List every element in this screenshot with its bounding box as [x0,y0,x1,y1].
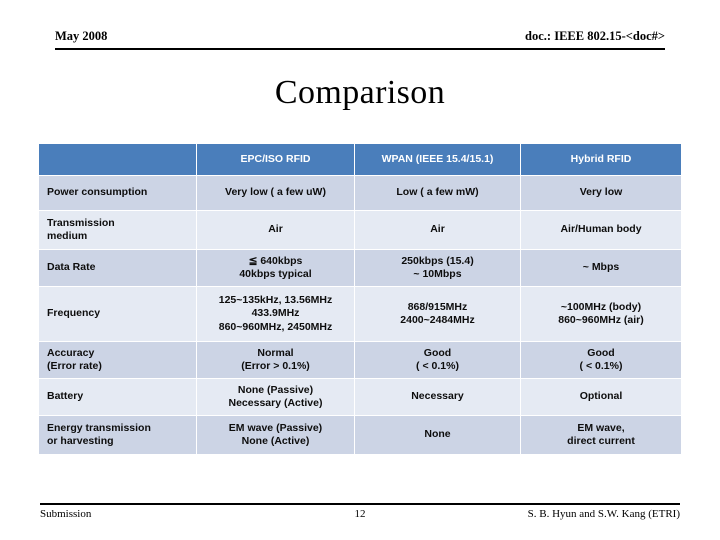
cell-energy-wpan: None [355,416,520,454]
cell-line: Normal [257,346,294,359]
cell-datarate-wpan: 250kbps (15.4) ~ 10Mbps [355,250,520,286]
cell-line: Very low [579,186,623,199]
row-label-battery: Battery [39,379,196,415]
cell-line: 250kbps (15.4) [401,254,474,267]
table-row: Transmission medium Air Air Air/Human bo… [39,211,681,249]
table-body: Power consumption Very low ( a few uW) L… [39,176,681,454]
cell-line: ~ Mbps [582,261,620,274]
cell-power-epc: Very low ( a few uW) [197,176,354,210]
column-header-epc-iso-rfid: EPC/ISO RFID [197,144,354,175]
comparison-table-container: EPC/ISO RFID WPAN (IEEE 15.4/15.1) Hybri… [38,143,682,455]
cell-line: (Error > 0.1%) [241,360,310,372]
cell-line: 125~135kHz, 13.56MHz [218,294,333,307]
cell-line: ≦ 640kbps [248,254,303,267]
cell-line: Low ( a few mW) [396,186,479,199]
table-row: Frequency 125~135kHz, 13.56MHz 433.9MHz … [39,287,681,341]
cell-line: Good [587,346,615,359]
cell-accuracy-wpan: Good ( < 0.1%) [355,342,520,378]
row-label-line: Transmission [47,216,115,229]
cell-line: Optional [579,390,623,403]
column-header-hybrid-rfid: Hybrid RFID [521,144,681,175]
cell-line: None [424,428,451,441]
header-divider [55,48,665,50]
row-label-frequency: Frequency [39,287,196,341]
row-label-line: Accuracy [47,346,95,359]
cell-power-wpan: Low ( a few mW) [355,176,520,210]
header-doc-number: doc.: IEEE 802.15-<doc#> [525,29,665,43]
cell-datarate-epc: ≦ 640kbps 40kbps typical [197,250,354,286]
cell-line: Good [423,346,452,359]
cell-line: ~ 10Mbps [413,268,462,280]
table-row: Data Rate ≦ 640kbps 40kbps typical 250kb… [39,250,681,286]
cell-medium-epc: Air [197,211,354,249]
cell-line: EM wave (Passive) [228,421,323,434]
cell-line: Air [268,223,283,236]
cell-line: 2400~2484MHz [400,314,475,326]
cell-accuracy-hybrid: Good ( < 0.1%) [521,342,681,378]
row-label-data-rate: Data Rate [39,250,196,286]
cell-line: ~100MHz (body) [560,300,642,313]
cell-line: Necessary (Active) [228,397,323,409]
table-header-row: EPC/ISO RFID WPAN (IEEE 15.4/15.1) Hybri… [39,144,681,175]
cell-line: Air [430,223,445,236]
slide-header: May 2008 doc.: IEEE 802.15-<doc#> [55,29,665,51]
cell-line: 433.9MHz [251,307,300,320]
slide-footer: Submission 12 S. B. Hyun and S.W. Kang (… [40,503,680,529]
cell-line: 860~960MHz, 2450MHz [218,320,333,333]
cell-battery-epc: None (Passive) Necessary (Active) [197,379,354,415]
cell-power-hybrid: Very low [521,176,681,210]
cell-line: None (Passive) [237,383,314,396]
table-row: Energy transmission or harvesting EM wav… [39,416,681,454]
page-title: Comparison [274,74,446,111]
cell-battery-hybrid: Optional [521,379,681,415]
footer-authors: S. B. Hyun and S.W. Kang (ETRI) [527,508,680,520]
cell-line: Necessary [411,390,464,403]
cell-frequency-hybrid: ~100MHz (body) 860~960MHz (air) [521,287,681,341]
cell-battery-wpan: Necessary [355,379,520,415]
row-label-line: medium [47,230,88,242]
cell-medium-wpan: Air [355,211,520,249]
row-label-accuracy: Accuracy (Error rate) [39,342,196,378]
cell-line: EM wave, [577,421,625,434]
cell-energy-hybrid: EM wave, direct current [521,416,681,454]
header-date: May 2008 [55,29,108,43]
row-label-line: (Error rate) [47,360,102,372]
table-row: Battery None (Passive) Necessary (Active… [39,379,681,415]
comparison-table: EPC/ISO RFID WPAN (IEEE 15.4/15.1) Hybri… [38,143,682,455]
row-label-transmission-medium: Transmission medium [39,211,196,249]
cell-medium-hybrid: Air/Human body [521,211,681,249]
cell-line: ( < 0.1%) [416,360,459,372]
cell-energy-epc: EM wave (Passive) None (Active) [197,416,354,454]
column-header-wpan: WPAN (IEEE 15.4/15.1) [355,144,520,175]
cell-datarate-hybrid: ~ Mbps [521,250,681,286]
column-header-blank [39,144,196,175]
footer-divider [40,503,680,505]
row-label-energy-transmission: Energy transmission or harvesting [39,416,196,454]
cell-line: Air/Human body [560,223,642,236]
row-label-line: Energy transmission [47,421,151,434]
cell-line: 40kbps typical [239,268,312,280]
row-label-power-consumption: Power consumption [39,176,196,210]
row-label-line: or harvesting [47,435,114,447]
cell-line: None (Active) [241,435,310,447]
table-row: Accuracy (Error rate) Normal (Error > 0.… [39,342,681,378]
cell-frequency-wpan: 868/915MHz 2400~2484MHz [355,287,520,341]
table-row: Power consumption Very low ( a few uW) L… [39,176,681,210]
cell-frequency-epc: 125~135kHz, 13.56MHz 433.9MHz 860~960MHz… [197,287,354,341]
cell-line: 860~960MHz (air) [558,314,644,326]
cell-line: direct current [567,435,635,447]
cell-line: Very low ( a few uW) [225,186,326,199]
table-header: EPC/ISO RFID WPAN (IEEE 15.4/15.1) Hybri… [39,144,681,175]
cell-line: ( < 0.1%) [579,360,623,372]
cell-accuracy-epc: Normal (Error > 0.1%) [197,342,354,378]
cell-line: 868/915MHz [407,300,468,313]
